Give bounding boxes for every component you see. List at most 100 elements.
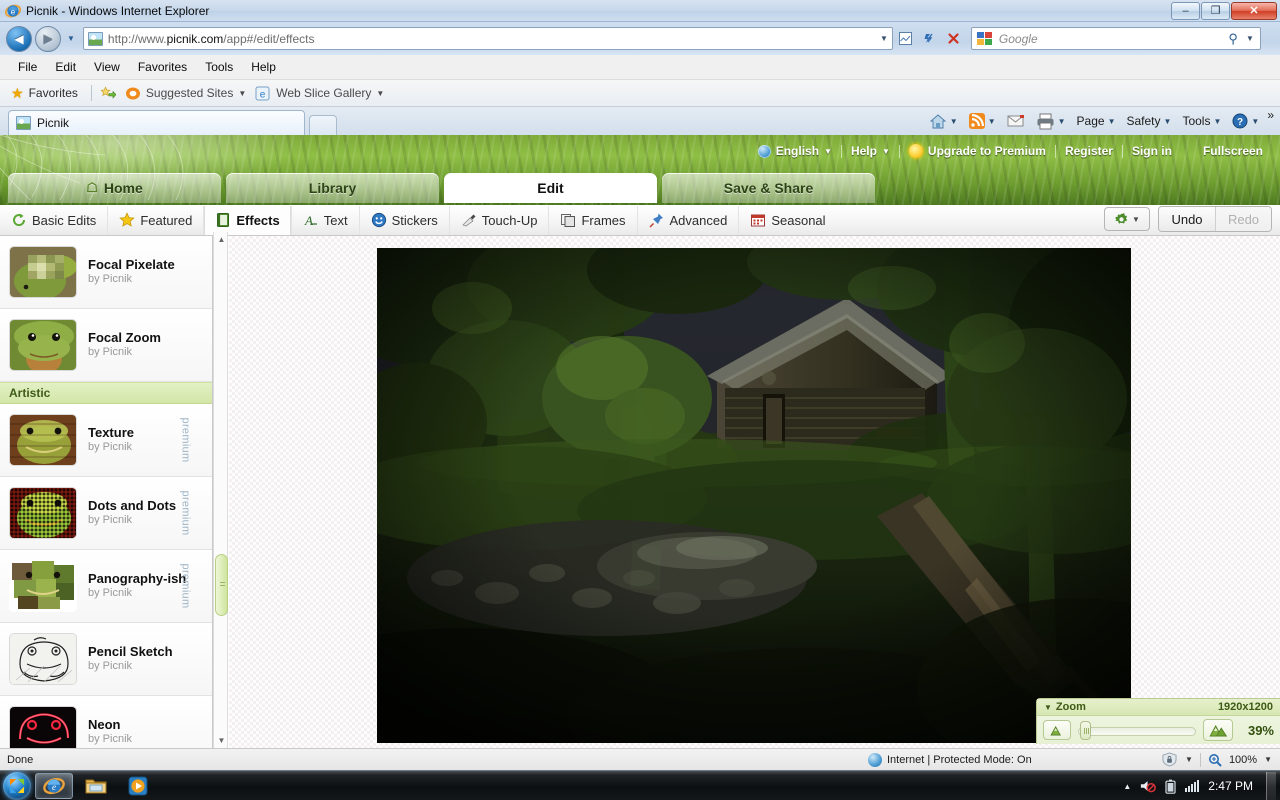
chevron-down-icon[interactable]: ▼	[238, 89, 246, 98]
taskbar-item-internet-explorer[interactable]: e	[35, 772, 73, 799]
fullscreen-link[interactable]: Fullscreen	[1181, 144, 1272, 158]
scroll-up-button[interactable]: ▲	[214, 232, 229, 247]
upgrade-to-premium-link[interactable]: Upgrade to Premium	[900, 144, 1055, 158]
zoom-slider-knob[interactable]	[1080, 721, 1091, 740]
zoom-in-button[interactable]	[1203, 719, 1233, 741]
chevron-down-icon[interactable]: ▼	[1164, 117, 1172, 126]
browser-tab-picnik[interactable]: Picnik	[8, 110, 305, 135]
zoom-slider[interactable]	[1078, 721, 1196, 740]
toolbar-featured[interactable]: Featured	[108, 205, 205, 235]
toolbar-effects[interactable]: Effects	[204, 205, 292, 235]
zoom-out-button[interactable]	[1043, 720, 1071, 740]
chevron-down-icon[interactable]: ▼	[376, 89, 384, 98]
add-to-favorites-bar-button[interactable]	[98, 84, 123, 103]
menu-item-file[interactable]: File	[9, 57, 46, 77]
chevron-down-icon[interactable]: ▼	[1108, 117, 1116, 126]
home-button[interactable]: ▼	[924, 110, 963, 133]
toolbar-frames[interactable]: Frames	[549, 205, 638, 235]
command-bar-overflow[interactable]: »	[1265, 108, 1276, 122]
chevron-down-icon[interactable]: ▼	[1213, 117, 1221, 126]
page-menu-button[interactable]: Page ▼	[1072, 111, 1121, 131]
tools-menu-button[interactable]: Tools ▼	[1177, 111, 1226, 131]
network-bars-icon[interactable]	[1185, 780, 1200, 792]
favorites-button[interactable]: ★ Favorites	[9, 83, 85, 104]
effect-item-pencil-sketch[interactable]: Pencil Sketch by Picnik	[0, 623, 212, 696]
chevron-down-icon[interactable]: ▼	[1185, 755, 1193, 764]
refresh-button[interactable]	[919, 28, 941, 50]
tab-home[interactable]: ☖ Home	[8, 173, 221, 203]
close-button[interactable]: ✕	[1231, 2, 1277, 20]
show-desktop-button[interactable]	[1266, 772, 1276, 800]
language-selector[interactable]: English ▼	[749, 144, 841, 158]
scroll-down-button[interactable]: ▼	[214, 733, 229, 748]
minimize-button[interactable]: –	[1171, 2, 1200, 20]
effect-item-focal-pixelate[interactable]: Focal Pixelate by Picnik	[0, 236, 212, 309]
photo-image[interactable]	[377, 248, 1131, 743]
start-button[interactable]	[3, 771, 31, 800]
stop-button[interactable]	[943, 28, 965, 50]
feeds-button[interactable]: ▼	[964, 110, 1001, 132]
read-mail-button[interactable]	[1002, 111, 1030, 131]
chevron-down-icon[interactable]: ▼	[1264, 755, 1272, 764]
new-tab-button[interactable]	[309, 115, 337, 135]
toolbar-text[interactable]: A Text	[292, 205, 360, 235]
effects-sidebar[interactable]: Focal Pixelate by Picnik Focal Zoom by P…	[0, 236, 213, 748]
safety-menu-button[interactable]: Safety ▼	[1122, 111, 1177, 131]
zoom-slider-track[interactable]	[1078, 727, 1196, 736]
compatibility-view-button[interactable]	[895, 28, 917, 50]
web-slice-gallery-button[interactable]: e Web Slice Gallery ▼	[253, 84, 391, 103]
sidebar-scrollbar[interactable]: ▲ ▼	[213, 232, 228, 748]
address-input[interactable]: http://www.picnik.com/app#/edit/effects …	[82, 27, 893, 50]
taskbar-item-windows-explorer[interactable]	[77, 773, 115, 799]
register-link[interactable]: Register	[1056, 144, 1122, 158]
chevron-down-icon[interactable]: ▼	[1044, 703, 1052, 712]
settings-button[interactable]: ▼	[1104, 207, 1150, 231]
undo-button[interactable]: Undo	[1159, 207, 1215, 231]
search-input[interactable]: Google ⚲ ▼	[970, 27, 1261, 50]
security-zone[interactable]: Internet | Protected Mode: On	[868, 752, 1032, 767]
taskbar-item-media-player[interactable]	[119, 773, 157, 799]
zoom-panel-header[interactable]: ▼ Zoom 1920x1200	[1037, 699, 1280, 716]
menu-item-help[interactable]: Help	[242, 57, 285, 77]
taskbar-clock[interactable]: 2:47 PM	[1208, 779, 1253, 793]
search-icon[interactable]: ⚲	[1228, 31, 1238, 47]
toolbar-basic-edits[interactable]: Basic Edits	[0, 205, 109, 235]
volume-muted-icon[interactable]	[1140, 779, 1157, 793]
forward-button[interactable]: ▶	[35, 25, 61, 52]
scrollbar-thumb[interactable]	[215, 554, 228, 616]
menu-item-tools[interactable]: Tools	[196, 57, 242, 77]
menu-item-view[interactable]: View	[85, 57, 129, 77]
maximize-button[interactable]: ❐	[1201, 2, 1230, 20]
tab-library[interactable]: Library	[226, 173, 439, 203]
tab-edit[interactable]: Edit	[444, 173, 657, 203]
back-button[interactable]: ◀	[6, 25, 32, 52]
toolbar-stickers[interactable]: Stickers	[360, 205, 450, 235]
effect-item-texture[interactable]: Texture by Picnik premium	[0, 404, 212, 477]
help-menu[interactable]: Help ▼	[842, 144, 899, 158]
chevron-down-icon[interactable]: ▼	[1058, 117, 1066, 126]
battery-icon[interactable]	[1165, 779, 1176, 794]
menu-item-edit[interactable]: Edit	[46, 57, 85, 77]
toolbar-touch-up[interactable]: Touch-Up	[450, 205, 550, 235]
menu-item-favorites[interactable]: Favorites	[129, 57, 196, 77]
recent-pages-dropdown[interactable]: ▼	[67, 34, 75, 43]
chevron-down-icon[interactable]: ▼	[988, 117, 996, 126]
effect-item-focal-zoom[interactable]: Focal Zoom by Picnik	[0, 309, 212, 382]
tab-save-and-share[interactable]: Save & Share	[662, 173, 875, 203]
editor-canvas[interactable]	[229, 236, 1280, 748]
chevron-down-icon[interactable]: ▼	[1251, 117, 1259, 126]
search-provider-dropdown[interactable]: ▼	[1246, 34, 1254, 43]
help-menu-button[interactable]: ? ▼	[1227, 110, 1264, 132]
effect-item-neon[interactable]: Neon by Picnik	[0, 696, 212, 748]
zoom-panel[interactable]: ▼ Zoom 1920x1200 39%	[1036, 698, 1280, 744]
address-dropdown-icon[interactable]: ▼	[880, 34, 888, 43]
effect-item-panography-ish[interactable]: Panography-ish by Picnik premium	[0, 550, 212, 623]
toolbar-advanced[interactable]: Advanced	[638, 205, 740, 235]
sign-in-link[interactable]: Sign in	[1123, 144, 1181, 158]
toolbar-seasonal[interactable]: Seasonal	[739, 206, 836, 235]
suggested-sites-button[interactable]: Suggested Sites ▼	[123, 84, 253, 103]
chevron-down-icon[interactable]: ▼	[950, 117, 958, 126]
show-hidden-icons-button[interactable]: ▲	[1123, 782, 1131, 791]
print-button[interactable]: ▼	[1031, 110, 1071, 133]
effect-item-dots-and-dots[interactable]: Dots and Dots by Picnik premium	[0, 477, 212, 550]
